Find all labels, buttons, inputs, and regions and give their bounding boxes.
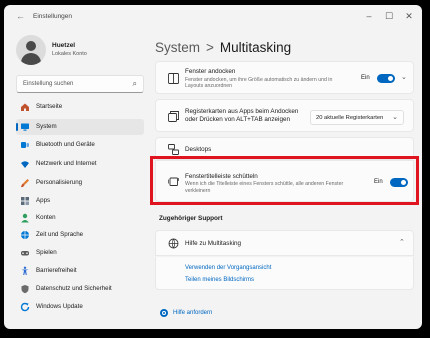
- shield-icon: [21, 285, 29, 294]
- app-title: Einstellungen: [33, 13, 73, 20]
- snap-toggle[interactable]: [377, 74, 395, 83]
- sidebar-item-label: Windows Update: [36, 303, 83, 310]
- sidebar-item-label: Netzwerk und Internet: [36, 160, 97, 167]
- sidebar-item-label: Bluetooth und Geräte: [36, 141, 95, 148]
- snap-layout-icon: [168, 73, 179, 84]
- support-link-task-view[interactable]: Verwenden der Vorgangsansicht: [185, 265, 271, 271]
- sidebar-item-label: Barrierefreiheit: [36, 267, 77, 274]
- support-title: Hilfe zu Multitasking: [185, 240, 241, 247]
- back-arrow-icon[interactable]: ←: [16, 11, 25, 21]
- settings-window: ← Einstellungen – ☐ ✕ Huetzel Lokales Ko…: [4, 5, 422, 329]
- alt-tab-icon: [168, 111, 179, 122]
- chevron-up-icon[interactable]: ⌃: [399, 238, 405, 246]
- account-type: Lokales Konto: [52, 51, 87, 57]
- sidebar-item-startseite[interactable]: Startseite: [16, 99, 144, 115]
- support-card-links: Verwenden der Vorgangsansicht Teilen mei…: [155, 257, 414, 290]
- desktops-icon: [168, 144, 179, 155]
- chevron-down-icon[interactable]: ⌄: [401, 73, 407, 81]
- sidebar-item-label: Personalisierung: [36, 179, 83, 186]
- alt-tab-dropdown[interactable]: 20 aktuelle Registerkarten ⌄: [310, 110, 404, 125]
- sidebar-item-label: Datenschutz und Sicherheit: [36, 285, 112, 292]
- alt-tab-card: Registerkarten aus Apps beim Andocken od…: [155, 99, 414, 132]
- close-icon[interactable]: ✕: [402, 10, 416, 22]
- alt-tab-dropdown-value: 20 aktuelle Registerkarten: [316, 115, 384, 121]
- sidebar-item-konten[interactable]: Konten: [16, 210, 144, 226]
- snap-title: Fenster andocken: [185, 68, 236, 75]
- help-icon: [160, 309, 168, 317]
- globe-icon: [168, 238, 179, 249]
- get-help-link[interactable]: Hilfe anfordern: [173, 310, 212, 316]
- sidebar-item-label: Startseite: [36, 103, 63, 110]
- wifi-icon: [21, 161, 29, 168]
- sidebar-item-label: System: [36, 123, 57, 130]
- monitor-icon: [21, 123, 29, 131]
- person-icon: [21, 213, 29, 223]
- sidebar-item-label: Zeit und Sprache: [36, 231, 84, 238]
- user-name: Huetzel: [52, 42, 76, 49]
- snap-windows-card[interactable]: Fenster andocken Fenster andocken, um ih…: [155, 61, 414, 94]
- globe-icon: [21, 231, 29, 239]
- alt-tab-title-2: oder Drücken von ALT+TAB anzeigen: [185, 116, 290, 123]
- gamepad-icon: [21, 251, 29, 256]
- page-title: System > Multitasking: [155, 40, 291, 55]
- sidebar-item-bluetooth[interactable]: Bluetooth und Geräte: [16, 137, 144, 153]
- snap-description-2: Layouts anzuordnen: [185, 83, 233, 89]
- sidebar-item-apps[interactable]: Apps: [16, 193, 144, 209]
- sidebar-item-datenschutz[interactable]: Datenschutz und Sicherheit: [16, 281, 144, 297]
- search-input[interactable]: Einstellung suchen ⌕: [16, 75, 144, 93]
- avatar: [16, 35, 46, 65]
- highlight-frame: [150, 156, 419, 205]
- alt-tab-title-1: Registerkarten aus Apps beim Andocken: [185, 108, 299, 115]
- breadcrumb-current: Multitasking: [219, 40, 292, 55]
- bluetooth-icon: [21, 142, 29, 148]
- sidebar-item-label: Konten: [36, 214, 56, 221]
- snap-state-label: Ein: [361, 75, 370, 81]
- sidebar-item-zeit[interactable]: Zeit und Sprache: [16, 227, 144, 243]
- sidebar-item-barrierefreiheit[interactable]: Barrierefreiheit: [16, 263, 144, 279]
- breadcrumb-separator: >: [206, 40, 214, 55]
- sidebar-item-spielen[interactable]: Spielen: [16, 245, 144, 261]
- sidebar-item-netzwerk[interactable]: Netzwerk und Internet: [16, 156, 144, 172]
- apps-icon: [21, 197, 29, 205]
- accessibility-icon: [21, 266, 29, 275]
- update-icon: [20, 302, 30, 312]
- breadcrumb-parent[interactable]: System: [155, 40, 200, 55]
- home-icon: [21, 103, 29, 111]
- sidebar-item-label: Apps: [36, 197, 51, 204]
- related-support-heading: Zugehöriger Support: [159, 215, 223, 222]
- sidebar-item-label: Spielen: [36, 249, 57, 256]
- search-placeholder: Einstellung suchen: [23, 81, 74, 87]
- search-icon: ⌕: [132, 79, 137, 88]
- minimize-icon[interactable]: –: [362, 10, 376, 22]
- sidebar-item-windows-update[interactable]: Windows Update: [16, 299, 144, 315]
- support-link-share-screen[interactable]: Teilen meines Bildschirms: [185, 277, 254, 283]
- maximize-icon[interactable]: ☐: [382, 10, 396, 22]
- support-card-header[interactable]: Hilfe zu Multitasking ⌃: [155, 230, 414, 256]
- brush-icon: [21, 179, 29, 188]
- desktops-title: Desktops: [185, 146, 212, 153]
- sidebar-item-system[interactable]: System: [16, 119, 144, 135]
- chevron-down-icon: ⌄: [392, 114, 398, 121]
- title-bar: ← Einstellungen – ☐ ✕: [4, 5, 422, 27]
- sidebar-item-personalisierung[interactable]: Personalisierung: [16, 175, 144, 191]
